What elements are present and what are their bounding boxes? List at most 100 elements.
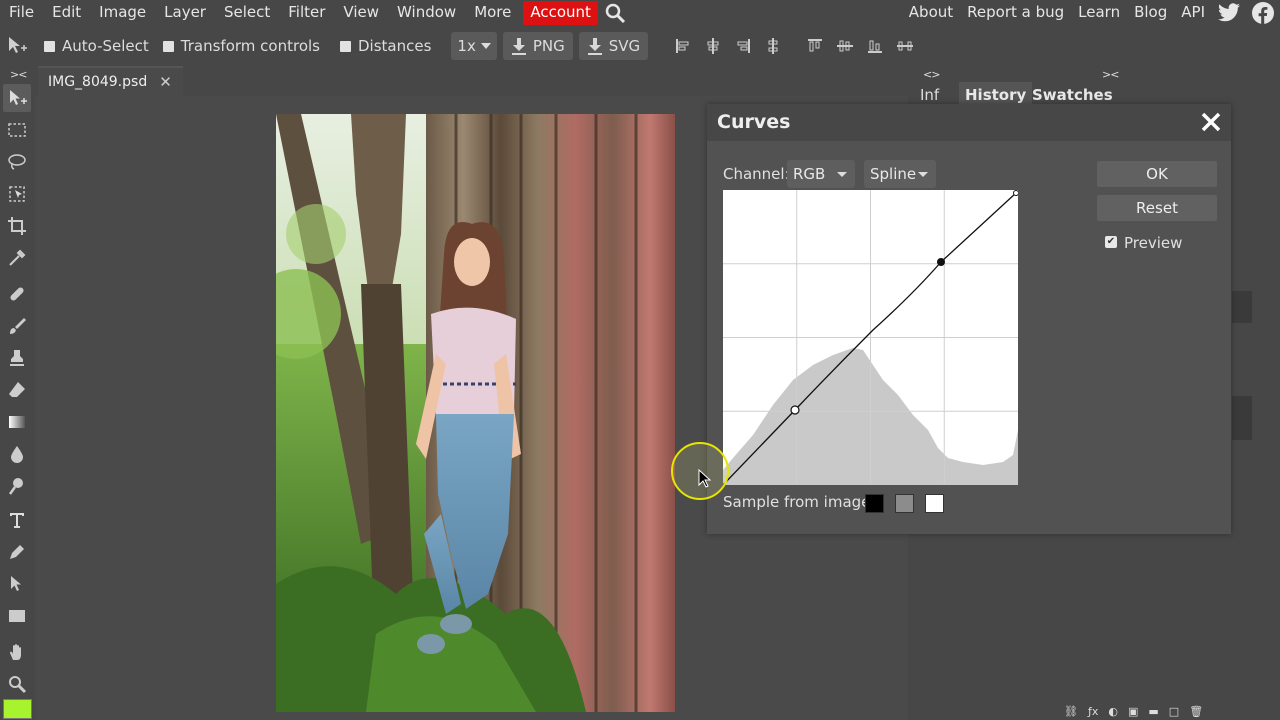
menu-edit[interactable]: Edit — [43, 0, 90, 26]
menu-about[interactable]: About — [902, 0, 960, 26]
trash-icon[interactable]: 🗑 — [1189, 705, 1203, 718]
menu-api[interactable]: API — [1174, 0, 1212, 26]
move-tool[interactable] — [3, 84, 31, 112]
align-group — [668, 31, 788, 61]
quick-select-icon — [9, 186, 25, 202]
align-center-icon[interactable] — [698, 31, 728, 61]
menu-blog[interactable]: Blog — [1127, 0, 1174, 26]
distances-label: Distances — [358, 37, 432, 55]
align-right-icon[interactable] — [728, 31, 758, 61]
panel-scrollbar[interactable] — [1232, 291, 1252, 323]
menu-window[interactable]: Window — [388, 0, 465, 26]
distribute-horizontal-icon[interactable] — [890, 31, 920, 61]
clone-stamp-tool[interactable] — [3, 344, 31, 372]
interpolation-select[interactable]: Spline — [864, 160, 936, 188]
curve-endpoint[interactable] — [1013, 190, 1019, 196]
transform-controls-checkbox[interactable]: Transform controls — [162, 37, 320, 55]
eyedropper-tool[interactable] — [3, 244, 31, 272]
menu-view[interactable]: View — [334, 0, 388, 26]
blur-tool[interactable] — [3, 440, 31, 468]
zoom-tool[interactable] — [3, 670, 31, 698]
menu-image[interactable]: Image — [90, 0, 155, 26]
curves-graph[interactable] — [722, 190, 1019, 486]
close-icon[interactable]: ✕ — [159, 73, 172, 91]
preview-checkbox[interactable]: ✔ — [1105, 236, 1117, 248]
menu-select[interactable]: Select — [215, 0, 279, 26]
menu-learn[interactable]: Learn — [1071, 0, 1127, 26]
zoom-dropdown[interactable]: 1x — [451, 32, 497, 60]
history-panel-toggle[interactable]: >< — [1102, 68, 1119, 81]
menu-layer[interactable]: Layer — [155, 0, 215, 26]
dialog-title[interactable]: Curves — [707, 104, 1231, 141]
align-top-icon[interactable] — [800, 31, 830, 61]
link-icon[interactable]: ⛓ — [1064, 705, 1078, 718]
export-svg-button[interactable]: SVG — [578, 32, 649, 60]
mask-icon[interactable]: ▣ — [1128, 705, 1138, 718]
search-icon[interactable] — [601, 0, 631, 26]
close-icon[interactable] — [1197, 108, 1225, 136]
options-bar: Auto-Select Transform controls Distances… — [0, 26, 1280, 66]
png-label: PNG — [532, 37, 565, 55]
move-tool-icon[interactable] — [2, 31, 32, 61]
document-tab[interactable]: IMG_8049.psd ✕ — [38, 66, 183, 96]
move-arrow-icon — [10, 90, 27, 105]
lasso-icon — [8, 154, 26, 170]
drop-icon — [11, 446, 23, 463]
healing-tool[interactable] — [3, 280, 31, 308]
lasso-tool[interactable] — [3, 148, 31, 176]
effects-icon[interactable]: ƒx — [1088, 705, 1098, 718]
tools-collapse-toggle[interactable]: >< — [10, 68, 27, 81]
menu-more[interactable]: More — [465, 0, 520, 26]
adjustment-icon[interactable]: ◐ — [1108, 705, 1118, 718]
ok-button[interactable]: OK — [1097, 161, 1217, 187]
menu-filter[interactable]: Filter — [279, 0, 334, 26]
svg-label: SVG — [608, 37, 641, 55]
dodge-tool[interactable] — [3, 472, 31, 500]
chevron-down-icon — [918, 172, 928, 177]
curve-point[interactable] — [790, 405, 800, 415]
panel-scrollbar-2[interactable] — [1232, 396, 1252, 440]
align-bottom-icon[interactable] — [860, 31, 890, 61]
crop-icon — [8, 217, 26, 235]
sample-black-button[interactable] — [865, 494, 884, 513]
auto-select-checkbox[interactable]: Auto-Select — [44, 37, 149, 55]
menu-file[interactable]: File — [0, 0, 43, 26]
distances-checkbox[interactable]: Distances — [340, 37, 431, 55]
menu-account[interactable]: Account — [523, 1, 598, 25]
stamp-icon — [10, 350, 24, 366]
path-select-tool[interactable] — [3, 570, 31, 598]
brush-tool[interactable] — [3, 312, 31, 340]
marquee-tool[interactable] — [3, 116, 31, 144]
shape-tool[interactable] — [3, 602, 31, 630]
path-select-icon — [11, 576, 21, 591]
eyedropper-icon — [9, 249, 26, 266]
eraser-icon — [9, 382, 25, 397]
twitter-icon[interactable] — [1212, 0, 1246, 26]
quick-select-tool[interactable] — [3, 180, 31, 208]
menu-report-bug[interactable]: Report a bug — [960, 0, 1071, 26]
hand-tool[interactable] — [3, 638, 31, 666]
channel-select[interactable]: RGB — [787, 160, 855, 188]
auto-select-label: Auto-Select — [62, 37, 149, 55]
crop-tool[interactable] — [3, 212, 31, 240]
reset-button[interactable]: Reset — [1097, 195, 1217, 221]
new-layer-icon[interactable]: □ — [1169, 705, 1179, 718]
foreground-color-swatch[interactable] — [3, 699, 32, 719]
info-panel-toggle[interactable]: <> — [923, 68, 940, 81]
curve-point[interactable] — [937, 258, 945, 266]
align-middle-icon[interactable] — [830, 31, 860, 61]
type-tool[interactable] — [3, 506, 31, 534]
align-left-icon[interactable] — [668, 31, 698, 61]
facebook-icon[interactable] — [1246, 0, 1280, 26]
distribute-vertical-icon[interactable] — [758, 31, 788, 61]
sample-gray-button[interactable] — [895, 494, 914, 513]
pen-tool[interactable] — [3, 538, 31, 566]
gradient-tool[interactable] — [3, 408, 31, 436]
sample-white-button[interactable] — [925, 494, 944, 513]
document-image[interactable] — [276, 114, 675, 712]
eraser-tool[interactable] — [3, 376, 31, 404]
cursor-highlight — [671, 442, 729, 500]
folder-icon[interactable]: ▬ — [1148, 705, 1158, 718]
export-png-button[interactable]: PNG — [502, 32, 573, 60]
pen-icon — [10, 545, 24, 559]
